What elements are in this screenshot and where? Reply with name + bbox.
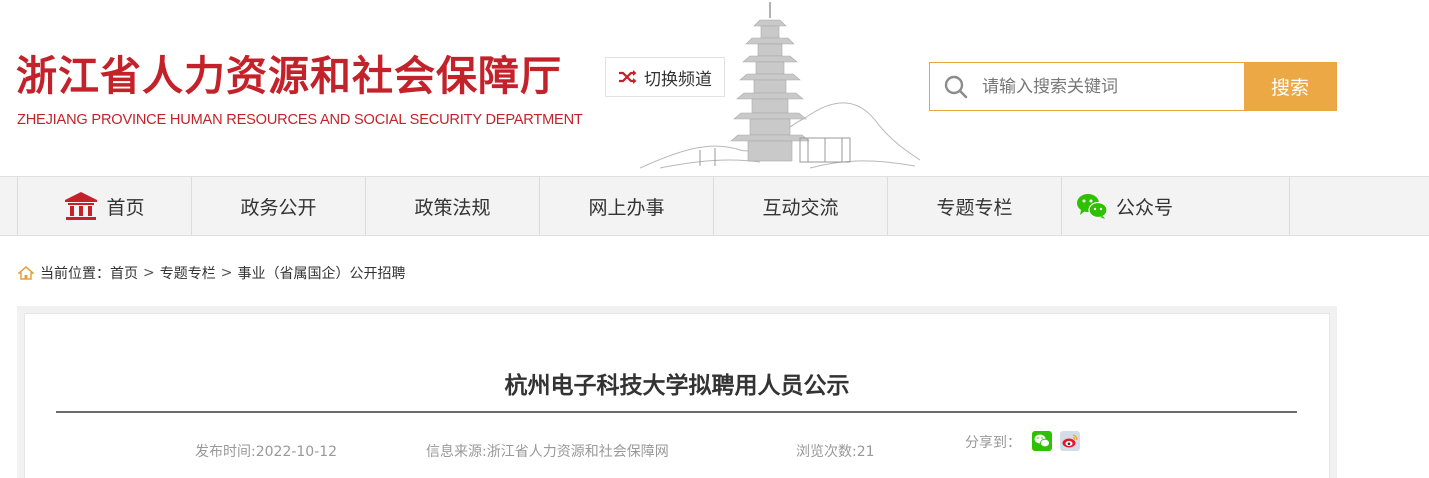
site-logo-en[interactable]: ZHEJIANG PROVINCE HUMAN RESOURCES AND SO… <box>17 112 583 128</box>
search-box: 搜索 <box>929 62 1337 111</box>
site-logo-cn[interactable]: 浙江省人力资源和社会保障厅 <box>16 42 562 102</box>
breadcrumb: 当前位置： 首页 > 专题专栏 > 事业（省属国企）公开招聘 <box>18 263 405 283</box>
nav-item-label: 政策法规 <box>414 196 491 219</box>
nav-item-policies[interactable]: 政策法规 <box>366 177 540 235</box>
nav-item-label: 公众号 <box>1116 196 1174 219</box>
shuffle-icon <box>619 70 637 84</box>
publish-time: 发布时间:2022-10-12 <box>195 444 338 460</box>
title-divider <box>56 411 1297 413</box>
nav-item-label: 网上办事 <box>588 196 665 219</box>
nav-item-wechat-account[interactable]: 公众号 <box>1062 177 1290 235</box>
breadcrumb-separator: > <box>143 265 155 281</box>
breadcrumb-link-recruitment[interactable]: 事业（省属国企）公开招聘 <box>237 263 405 283</box>
nav-item-online-services[interactable]: 网上办事 <box>540 177 714 235</box>
site-header: 浙江省人力资源和社会保障厅 ZHEJIANG PROVINCE HUMAN RE… <box>0 0 1429 176</box>
nav-item-government-affairs[interactable]: 政务公开 <box>192 177 366 235</box>
breadcrumb-link-home[interactable]: 首页 <box>110 263 138 283</box>
breadcrumb-separator: > <box>220 265 233 281</box>
nav-item-label: 首页 <box>106 196 145 219</box>
weibo-share-icon[interactable] <box>1060 431 1080 451</box>
main-nav: 首页 政务公开 政策法规 网上办事 互动交流 专题专栏 公众号 <box>0 176 1429 236</box>
wechat-share-icon[interactable] <box>1032 431 1052 451</box>
view-count: 浏览次数:21 <box>796 444 875 460</box>
search-button[interactable]: 搜索 <box>1244 63 1336 110</box>
home-icon <box>65 192 98 220</box>
nav-item-home[interactable]: 首页 <box>18 177 192 235</box>
nav-item-label: 专题专栏 <box>936 196 1013 219</box>
share-label: 分享到： <box>965 435 1021 451</box>
nav-item-interaction[interactable]: 互动交流 <box>714 177 888 235</box>
nav-item-special-topics[interactable]: 专题专栏 <box>888 177 1062 235</box>
nav-item-label: 政务公开 <box>240 196 317 219</box>
breadcrumb-prefix: 当前位置： <box>40 266 110 282</box>
pagoda-illustration <box>640 2 920 169</box>
info-source: 信息来源:浙江省人力资源和社会保障网 <box>426 444 669 460</box>
search-input[interactable] <box>982 63 1244 110</box>
breadcrumb-link-special-topics[interactable]: 专题专栏 <box>160 263 216 283</box>
search-icon[interactable] <box>930 63 982 110</box>
article-title: 杭州电子科技大学拟聘用人员公示 <box>504 373 850 399</box>
home-icon <box>18 266 34 280</box>
nav-item-label: 互动交流 <box>762 196 839 219</box>
wechat-icon <box>1077 194 1108 219</box>
